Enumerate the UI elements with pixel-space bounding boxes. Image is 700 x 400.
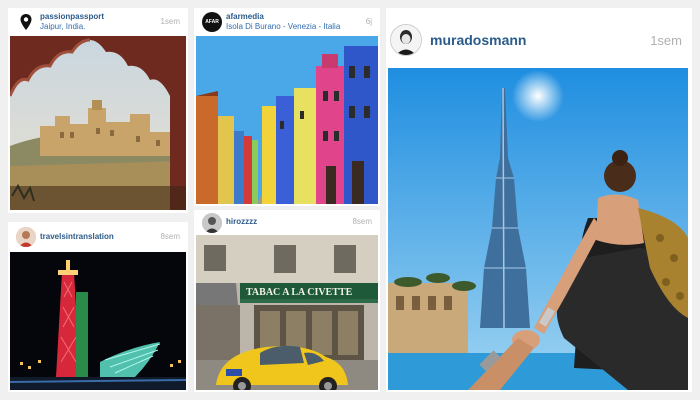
avatar[interactable]: [390, 24, 422, 56]
location-pin-icon: [20, 14, 32, 30]
post-card-passionpassport: passionpassport Jaipur, India. 1sem: [8, 8, 188, 213]
post-username[interactable]: hirozzzz: [226, 217, 257, 226]
post-card-afarmedia: AFAR afarmedia Isola Di Burano - Venezia…: [194, 8, 380, 206]
post-location[interactable]: Jaipur, India.: [40, 22, 85, 31]
post-username[interactable]: muradosmann: [430, 32, 526, 48]
post-photo[interactable]: [388, 68, 688, 390]
post-card-travelsintranslation: travelsintranslation 8sem: [8, 222, 188, 392]
post-username[interactable]: passionpassport: [40, 12, 104, 21]
post-timestamp: 1sem: [160, 17, 180, 26]
post-card-muradosmann: muradosmann 1sem: [386, 8, 692, 392]
post-username[interactable]: travelsintranslation: [40, 232, 114, 241]
post-photo[interactable]: [196, 36, 378, 204]
post-photo[interactable]: [10, 252, 186, 390]
avatar[interactable]: [202, 213, 222, 233]
avatar-label: AFAR: [205, 19, 219, 25]
avatar[interactable]: [16, 227, 36, 247]
post-photo[interactable]: TABAC A LA CIVETTE: [196, 235, 378, 390]
shop-sign: TABAC A LA CIVETTE: [246, 287, 353, 298]
post-timestamp: 8sem: [352, 217, 372, 226]
avatar[interactable]: [16, 12, 36, 32]
post-timestamp: 1sem: [650, 33, 682, 48]
profile-photo-icon: [16, 227, 36, 247]
post-card-hirozzzz: hirozzzz 8sem TABAC A LA CIVETTE: [194, 210, 380, 392]
avatar[interactable]: AFAR: [202, 12, 222, 32]
post-photo[interactable]: [10, 36, 186, 210]
post-timestamp: 8sem: [160, 232, 180, 241]
post-username[interactable]: afarmedia: [226, 12, 264, 21]
profile-photo-icon: [202, 213, 222, 233]
post-location[interactable]: Isola Di Burano - Venezia - Italia: [226, 22, 340, 31]
post-timestamp: 6j: [365, 17, 372, 26]
profile-photo-icon: [391, 25, 421, 55]
